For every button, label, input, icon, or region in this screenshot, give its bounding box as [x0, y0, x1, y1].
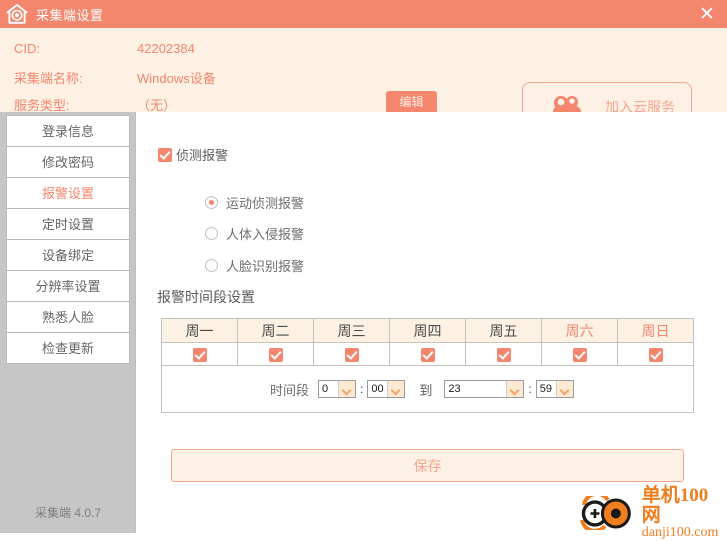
- watermark: 单机100网 danji100.com: [577, 486, 727, 541]
- watermark-line-1: 单机100网: [641, 485, 709, 526]
- start-minute-select[interactable]: 00: [367, 380, 406, 398]
- weekday-cell-6[interactable]: [617, 342, 694, 366]
- edit-button[interactable]: 编辑: [386, 91, 437, 114]
- end-minute-value: 59: [539, 383, 552, 395]
- main-content: 侦测报警 运动侦测报警 人体入侵报警 人脸识别报警 报警时间段设置 周一 周二 周三…: [137, 112, 727, 540]
- end-colon: :: [528, 382, 532, 396]
- weekday-header-6: 周日: [617, 318, 694, 343]
- radio-face-recognition-alarm[interactable]: 人脸识别报警: [205, 256, 304, 275]
- weekday-header-4: 周五: [465, 318, 542, 343]
- detect-alarm-checkbox[interactable]: 侦测报警: [158, 145, 228, 164]
- weekday-cell-0[interactable]: [161, 342, 238, 366]
- start-hour-value: 0: [322, 383, 329, 395]
- weekday-checkbox-1[interactable]: [268, 348, 283, 363]
- weekday-cell-1[interactable]: [237, 342, 314, 366]
- table-row: [161, 342, 694, 366]
- end-hour-select[interactable]: 23: [444, 380, 525, 398]
- radio-label: 人脸识别报警: [226, 259, 305, 274]
- radio-button-icon: [205, 196, 218, 209]
- weekday-header-1: 周二: [237, 318, 314, 343]
- schedule-section-title: 报警时间段设置: [157, 289, 255, 305]
- home-camera-icon: [6, 4, 28, 24]
- checkbox-box-icon: [158, 147, 172, 162]
- sidebar-item-2[interactable]: 报警设置: [7, 178, 129, 209]
- version-label: 采集端 4.0.7: [34, 506, 102, 520]
- weekday-header-2: 周三: [313, 318, 390, 343]
- save-button[interactable]: 保存: [171, 449, 684, 482]
- service-type-label: 服务类型:: [14, 98, 70, 113]
- cid-value: 42202384: [137, 41, 195, 56]
- weekday-checkbox-3[interactable]: [420, 348, 435, 363]
- time-range-label: 时间段: [270, 382, 310, 398]
- window-title: 采集端设置: [36, 7, 104, 23]
- chevron-down-icon: [338, 381, 356, 397]
- sidebar-item-6[interactable]: 熟悉人脸: [7, 302, 129, 333]
- start-hour-select[interactable]: 0: [318, 380, 357, 398]
- weekday-checkbox-2[interactable]: [344, 348, 359, 363]
- weekday-header-3: 周四: [389, 318, 466, 343]
- watermark-line-2: danji100.com: [641, 524, 719, 540]
- watermark-text: 单机100网 danji100.com: [642, 486, 727, 541]
- weekday-checkbox-5[interactable]: [572, 348, 587, 363]
- sidebar-menu: 登录信息 修改密码 报警设置 定时设置 设备绑定 分辨率设置 熟悉人脸 检查更新: [6, 115, 130, 364]
- sidebar-item-7[interactable]: 检查更新: [7, 333, 129, 364]
- end-hour-value: 23: [448, 383, 461, 395]
- weekday-cell-3[interactable]: [389, 342, 466, 366]
- weekday-checkbox-4[interactable]: [496, 348, 511, 363]
- danji100-logo-icon: [580, 496, 631, 531]
- weekday-cell-2[interactable]: [313, 342, 390, 366]
- end-minute-select[interactable]: 59: [535, 380, 574, 398]
- sidebar: 登录信息 修改密码 报警设置 定时设置 设备绑定 分辨率设置 熟悉人脸 检查更新 采集端 4.…: [0, 112, 136, 533]
- radio-motion-detection-alarm[interactable]: 运动侦测报警: [205, 193, 304, 212]
- weekday-header-5: 周六: [541, 318, 618, 343]
- chevron-down-icon: [506, 381, 524, 397]
- detect-alarm-label: 侦测报警: [176, 148, 229, 163]
- sidebar-item-4[interactable]: 设备绑定: [7, 240, 129, 271]
- weekday-cell-4[interactable]: [465, 342, 542, 366]
- sidebar-item-3[interactable]: 定时设置: [7, 209, 129, 240]
- sidebar-item-0[interactable]: 登录信息: [7, 116, 129, 147]
- radio-label: 运动侦测报警: [226, 196, 305, 211]
- time-range-cell: 时间段 0 : 00 到 23: 59: [161, 365, 694, 413]
- service-type-value: （无）: [137, 98, 177, 113]
- radio-label: 人体入侵报警: [226, 227, 305, 242]
- weekday-checkbox-6[interactable]: [648, 348, 663, 363]
- start-minute-value: 00: [371, 383, 384, 395]
- time-range-row: 时间段 0 : 00 到 23: 59: [161, 365, 694, 413]
- chevron-down-icon: [555, 381, 573, 397]
- table-header-row: 周一 周二 周三 周四 周五 周六 周日: [161, 318, 694, 343]
- close-icon[interactable]: ✕: [693, 0, 721, 28]
- chevron-down-icon: [387, 381, 405, 397]
- weekday-schedule-table: 周一 周二 周三 周四 周五 周六 周日 时间段 0 : 00 到 23: 5…: [161, 318, 694, 413]
- sidebar-item-5[interactable]: 分辨率设置: [7, 271, 129, 302]
- weekday-checkbox-0[interactable]: [192, 348, 207, 363]
- device-name-value: Windows设备: [137, 71, 216, 86]
- radio-human-intrusion-alarm[interactable]: 人体入侵报警: [205, 224, 304, 243]
- weekday-header-0: 周一: [161, 318, 238, 343]
- cid-label: CID:: [14, 41, 40, 56]
- weekday-cell-5[interactable]: [541, 342, 618, 366]
- device-name-label: 采集端名称:: [14, 71, 83, 86]
- radio-button-icon: [205, 259, 218, 272]
- device-info-panel: CID: 42202384 采集端名称: Windows设备 服务类型: （无）…: [0, 28, 727, 132]
- radio-button-icon: [205, 227, 218, 240]
- window-title-bar: 采集端设置 ✕: [0, 0, 727, 28]
- sidebar-item-1[interactable]: 修改密码: [7, 147, 129, 178]
- start-colon: :: [360, 382, 364, 396]
- to-label: 到: [419, 382, 433, 398]
